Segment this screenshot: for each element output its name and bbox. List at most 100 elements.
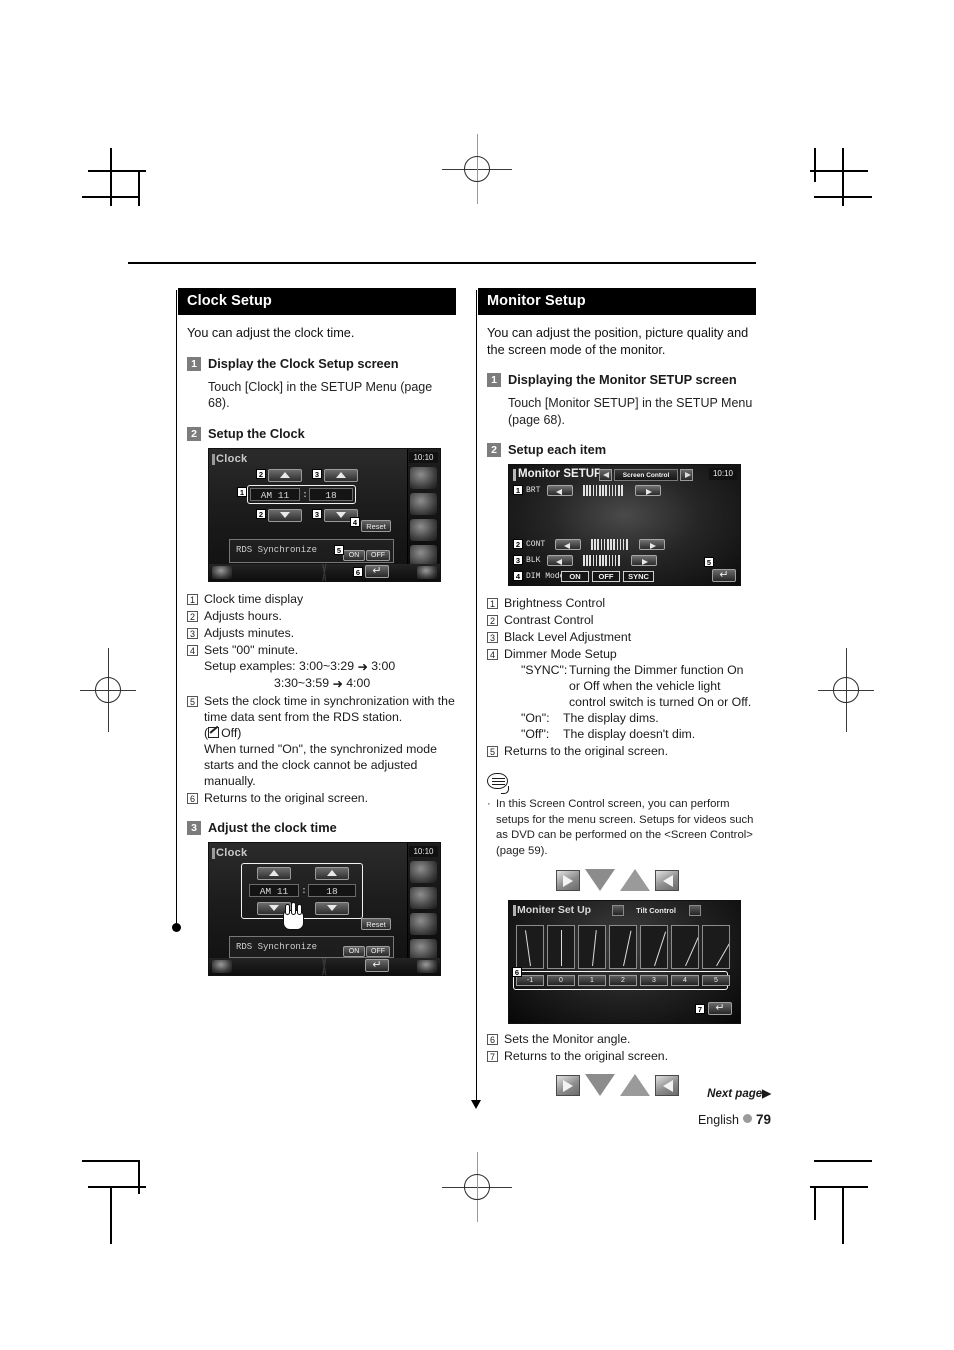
dimmer-off-button[interactable]: OFF	[592, 571, 620, 582]
page-number: 79	[755, 1112, 771, 1127]
callout-5: 5	[334, 544, 344, 555]
clock-screen-adjust: Clock 10:10 AM 11 : 18 Reset RDS Synchro…	[209, 842, 440, 975]
callout-text: Returns to the original screen.	[504, 744, 669, 758]
dimmer-definition-sync: "SYNC": Turning the Dimmer function On o…	[521, 662, 756, 710]
screen-control-tab[interactable]: Screen Control	[614, 469, 678, 481]
contrast-increase-button[interactable]	[639, 539, 665, 550]
step-setup-each-item: 2 Setup each item	[487, 442, 756, 457]
definition-key: "SYNC":	[521, 663, 568, 677]
hand-finger	[285, 903, 290, 915]
tilt-preview[interactable]	[578, 925, 606, 969]
volume-up-knob[interactable]	[417, 959, 437, 973]
tilt-angle-button[interactable]: 2	[609, 975, 637, 986]
hour-up-button[interactable]	[257, 866, 291, 880]
callout-4-main: Dimmer Mode Setup	[504, 647, 617, 661]
minute-up-button[interactable]	[324, 468, 358, 482]
step-number-badge: 2	[487, 443, 501, 457]
return-button[interactable]	[712, 568, 736, 582]
reset-button[interactable]: Reset	[361, 917, 391, 930]
tilt-screen-title: Moniter Set Up	[517, 904, 592, 916]
tilt-angle-button[interactable]: 0	[547, 975, 575, 986]
clock-screen: Clock 10:10 2 2 3 3 1 AM 11: 18 4 Reset…	[209, 448, 440, 581]
side-icon-source[interactable]	[410, 860, 437, 883]
tilt-preview[interactable]	[516, 925, 544, 969]
rds-off-button[interactable]: OFF	[366, 549, 390, 561]
contrast-decrease-button[interactable]	[555, 539, 581, 550]
callout-number: 2	[187, 610, 198, 622]
rds-off-button[interactable]: OFF	[366, 945, 390, 957]
callout-text: Returns to the original screen.	[504, 1049, 669, 1063]
tilt-preview[interactable]	[609, 925, 637, 969]
tilt-preview[interactable]	[702, 925, 730, 969]
hour-up-button[interactable]	[268, 468, 302, 482]
tilt-control-tab[interactable]: Tilt Control	[627, 905, 685, 917]
title-accent-bar	[212, 453, 215, 465]
note-bubble-icon	[487, 773, 513, 795]
callout-number: 4	[487, 649, 498, 660]
step-display-clock-setup-screen: 1 Display the Clock Setup screen	[187, 356, 456, 371]
step-title: Setup the Clock	[208, 425, 305, 441]
monitor-screen-title: Monitor SETUP	[518, 468, 602, 480]
tilt-angle-buttons: -1 0 1 2 3 4 5	[516, 975, 730, 986]
arrow-right-icon: ▶	[762, 1088, 771, 1100]
callout-number: 3	[187, 627, 198, 639]
dimmer-mode-row: 4 DIM Mode ON OFF SYNC	[513, 571, 738, 583]
next-tab-arrow-icon[interactable]	[689, 905, 701, 916]
callout-item: 5 Sets the clock time in synchronization…	[187, 693, 456, 789]
callout-item: 4 Sets "00" minute. Setup examples: 3:00…	[187, 642, 456, 692]
return-button[interactable]	[365, 958, 389, 972]
volume-down-knob[interactable]	[212, 959, 232, 973]
callout-text: Adjusts hours.	[204, 608, 282, 623]
callout-item: 2 Contrast Control	[487, 612, 756, 628]
volume-down-knob[interactable]	[212, 565, 232, 579]
dimmer-on-button[interactable]: ON	[561, 571, 589, 582]
monitor-setup-intro: You can adjust the position, picture qua…	[487, 326, 749, 357]
minute-up-button[interactable]	[315, 866, 349, 880]
tilt-preview[interactable]	[640, 925, 668, 969]
callout-2a: 2	[256, 468, 266, 479]
play-right-icon	[555, 1075, 580, 1096]
minute-down-button[interactable]	[315, 901, 349, 915]
hand-finger	[291, 901, 296, 915]
rds-on-button[interactable]: ON	[343, 549, 365, 561]
brightness-increase-button[interactable]	[635, 485, 661, 496]
tilt-preview[interactable]	[671, 925, 699, 969]
tilt-control-screen: Moniter Set Up Tilt Control 6 -1 0 1 2 3…	[509, 901, 740, 1023]
dimmer-sync-button[interactable]: SYNC	[623, 571, 654, 582]
side-icon-audio[interactable]	[410, 492, 437, 515]
clock-setup-screenshot: Clock 10:10 2 2 3 3 1 AM 11: 18 4 Reset…	[208, 447, 441, 582]
tilt-angle-button[interactable]: 5	[702, 975, 730, 986]
side-icon-setup[interactable]	[410, 912, 437, 935]
tilt-angle-button[interactable]: 4	[671, 975, 699, 986]
step-number-badge: 2	[187, 426, 201, 441]
callout-5: 5	[704, 557, 714, 567]
return-button[interactable]	[708, 1001, 732, 1015]
prev-tab-arrow-icon[interactable]	[612, 905, 624, 916]
default-value: Off	[221, 725, 238, 740]
hour-down-button[interactable]	[268, 508, 302, 522]
tilt-angle-button[interactable]: 3	[640, 975, 668, 986]
reset-button[interactable]: Reset	[361, 519, 391, 532]
callout-number: 5	[487, 746, 498, 757]
step-displaying-monitor-setup-screen: 1 Displaying the Monitor SETUP screen	[487, 372, 756, 387]
tilt-angle-previews	[516, 925, 730, 969]
prev-tab-arrow-icon[interactable]	[599, 469, 612, 481]
step-title: Setup each item	[508, 442, 607, 457]
brightness-decrease-button[interactable]	[547, 485, 573, 496]
volume-up-knob[interactable]	[417, 565, 437, 579]
return-button[interactable]	[365, 564, 389, 578]
callout-4-example-1: Setup examples: 3:00~3:29 ➜ 3:00	[204, 658, 395, 675]
black-level-increase-button[interactable]	[631, 555, 657, 566]
tilt-angle-button[interactable]: 1	[578, 975, 606, 986]
tilt-callout-list: 6 Sets the Monitor angle. 7 Returns to t…	[487, 1031, 756, 1064]
side-icon-setup[interactable]	[410, 518, 437, 541]
page-footer: English 79	[698, 1112, 771, 1127]
black-level-decrease-button[interactable]	[547, 555, 573, 566]
footer-dot-icon	[742, 1114, 752, 1123]
tilt-preview[interactable]	[547, 925, 575, 969]
side-icon-source[interactable]	[410, 466, 437, 489]
rds-on-button[interactable]: ON	[343, 945, 365, 957]
step-1-body: Touch [Monitor SETUP] in the SETUP Menu …	[508, 396, 753, 427]
side-icon-audio[interactable]	[410, 886, 437, 909]
next-tab-arrow-icon[interactable]	[680, 469, 693, 481]
